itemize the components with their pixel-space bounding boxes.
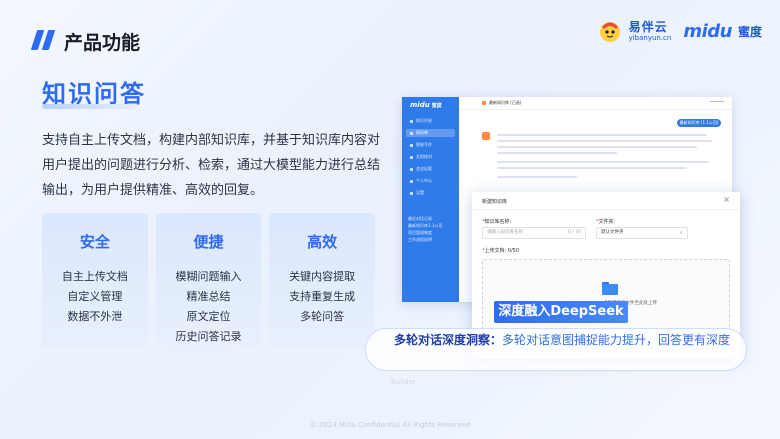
card-item: 历史问答记录	[175, 330, 242, 343]
midu-logo-cn: 蜜度	[737, 24, 762, 39]
card-item: 数据不外泄	[67, 310, 123, 323]
yiban-logo-sub: yibanyun.cn	[628, 33, 672, 42]
yiban-logo-icon	[599, 22, 620, 42]
app-menu-item[interactable]: 会议纪要	[406, 165, 455, 173]
folder-value: 默认文件夹	[601, 230, 624, 235]
answer-text-line	[497, 167, 687, 169]
kb-name-input[interactable]: 请输入知识库名称 0 / 30	[482, 227, 586, 239]
app-menu-label: 文档校对	[416, 154, 432, 159]
answer-text-line	[497, 146, 697, 148]
app-recent-item[interactable]: 项目管理制度	[408, 229, 442, 236]
kb-name-placeholder: 请输入知识库名称	[487, 230, 523, 235]
section-description: 支持自主上传文档，构建内部知识库，并基于知识库内容对用户提出的问题进行分析、检索…	[42, 133, 381, 198]
app-recent-item[interactable]: 工作流程说明	[408, 236, 442, 243]
callout-text: 多轮对话意图捕捉能力提升，回答更有深度	[502, 333, 731, 347]
upload-label: *上传文档: 0/50	[482, 247, 519, 254]
menu-icon	[410, 143, 413, 147]
feature-callout: 多轮对话深度洞察：多轮对话意图捕捉能力提升，回答更有深度	[365, 328, 747, 371]
folder-select[interactable]: 默认文件夹 ∨	[596, 227, 688, 239]
app-recent-item[interactable]: 最新知识库1.1公司	[408, 222, 442, 229]
card-item: 支持重复生成	[289, 290, 356, 303]
app-menu-label: 设置	[416, 190, 424, 195]
upload-label-text: 上传文档: 0/50	[484, 248, 520, 254]
kb-name-label: *知识库名称:	[482, 218, 511, 225]
app-recent-list: 最近对话记录 最新知识库1.1公司 项目管理制度 工作流程说明	[408, 215, 442, 243]
answer-text-line	[497, 134, 707, 136]
app-menu-label: 个人中心	[416, 178, 432, 183]
answer-text-line	[497, 176, 577, 178]
app-recent-title: 最近对话记录	[408, 216, 432, 221]
card-item: 自定义管理	[67, 290, 123, 303]
card-item: 精准总结	[186, 290, 231, 303]
answer-text-line	[497, 152, 617, 154]
midu-logo: midu	[683, 20, 732, 42]
card-item: 多轮问答	[300, 310, 345, 323]
kb-name-label-text: 知识库名称:	[484, 219, 512, 225]
app-sidebar: midu 蜜度 知识问答 知识库 智能写作 文档校对 会议纪要 个人中心 设置 最…	[402, 97, 459, 302]
app-window-controls[interactable]	[710, 101, 724, 105]
modal-title: 新建知识库	[482, 199, 508, 205]
card-item: 模糊问题输入	[175, 270, 242, 283]
deepseek-badge: 深度融入DeepSeek	[494, 301, 628, 323]
app-logo-text: midu	[410, 101, 430, 109]
yiban-logo-text: 易伴云 yibanyun.cn	[629, 21, 672, 42]
card-item: 原文定位	[186, 310, 231, 323]
folder-icon	[602, 282, 618, 295]
card-title: 高效	[307, 233, 338, 251]
yiban-logo-main: 易伴云	[628, 19, 668, 34]
menu-icon	[410, 131, 413, 135]
answer-text-line	[497, 140, 712, 142]
app-menu-item[interactable]: 知识问答	[406, 117, 455, 125]
card-title: 便捷	[193, 233, 224, 251]
feature-card-efficiency: 高效 关键内容提取 支持重复生成 多轮问答	[269, 213, 376, 349]
chevron-down-icon: ∨	[679, 230, 683, 236]
kb-name-count: 0 / 30	[568, 230, 581, 235]
answer-text-line	[497, 161, 709, 163]
kb-icon	[482, 101, 486, 105]
menu-icon	[410, 119, 413, 123]
avatar	[482, 132, 490, 140]
card-item: 关键内容提取	[289, 270, 356, 283]
copyright: © 2024 Midu Confidential All Rights Rese…	[309, 421, 471, 429]
app-logo-cn: 蜜度	[431, 103, 442, 109]
feature-card-security: 安全 自主上传文档 自定义管理 数据不外泄	[42, 213, 148, 349]
menu-icon	[410, 155, 413, 159]
feature-card-convenience: 便捷 模糊问题输入 精准总结 原文定位 历史问答记录	[155, 213, 262, 349]
title-slash-icon	[30, 30, 56, 50]
callout-bold: 多轮对话深度洞察：	[394, 333, 503, 347]
app-topbar-title: 最新知识库 (已选)	[489, 100, 522, 105]
section-underline	[42, 104, 136, 109]
folder-label: *文件夹:	[596, 218, 615, 225]
app-menu-item[interactable]: 智能写作	[406, 141, 455, 149]
card-title: 安全	[79, 233, 110, 251]
card-item: 自主上传文档	[61, 270, 128, 283]
kb-select-button[interactable]: 最新知识库 (1.1公司)	[677, 119, 721, 127]
app-menu-item[interactable]: 文档校对	[406, 153, 455, 161]
app-menu-label: 知识问答	[416, 118, 432, 123]
menu-icon	[410, 167, 413, 171]
app-menu-label: 会议纪要	[416, 166, 432, 171]
folder-label-text: 文件夹:	[598, 219, 616, 225]
app-topbar: 最新知识库 (已选)	[459, 97, 732, 110]
app-menu-item[interactable]: 设置	[406, 189, 455, 197]
feature-cards: 安全 自主上传文档 自定义管理 数据不外泄 便捷 模糊问题输入 精准总结 原文定…	[42, 213, 376, 349]
page-title: 产品功能	[64, 32, 141, 54]
modal-divider	[472, 209, 740, 210]
app-menu-label: 知识库	[416, 130, 428, 135]
faint-label: Builder	[391, 378, 416, 386]
app-menu-label: 智能写作	[416, 142, 432, 147]
app-menu-item[interactable]: 个人中心	[406, 177, 455, 185]
menu-icon	[410, 191, 413, 195]
app-menu-item[interactable]: 知识库	[406, 129, 455, 137]
menu-icon	[410, 179, 413, 183]
close-icon[interactable]: ×	[723, 195, 730, 204]
brand-logos: 易伴云 yibanyun.cn midu 蜜度	[597, 16, 762, 46]
app-logo: midu 蜜度	[410, 101, 442, 109]
